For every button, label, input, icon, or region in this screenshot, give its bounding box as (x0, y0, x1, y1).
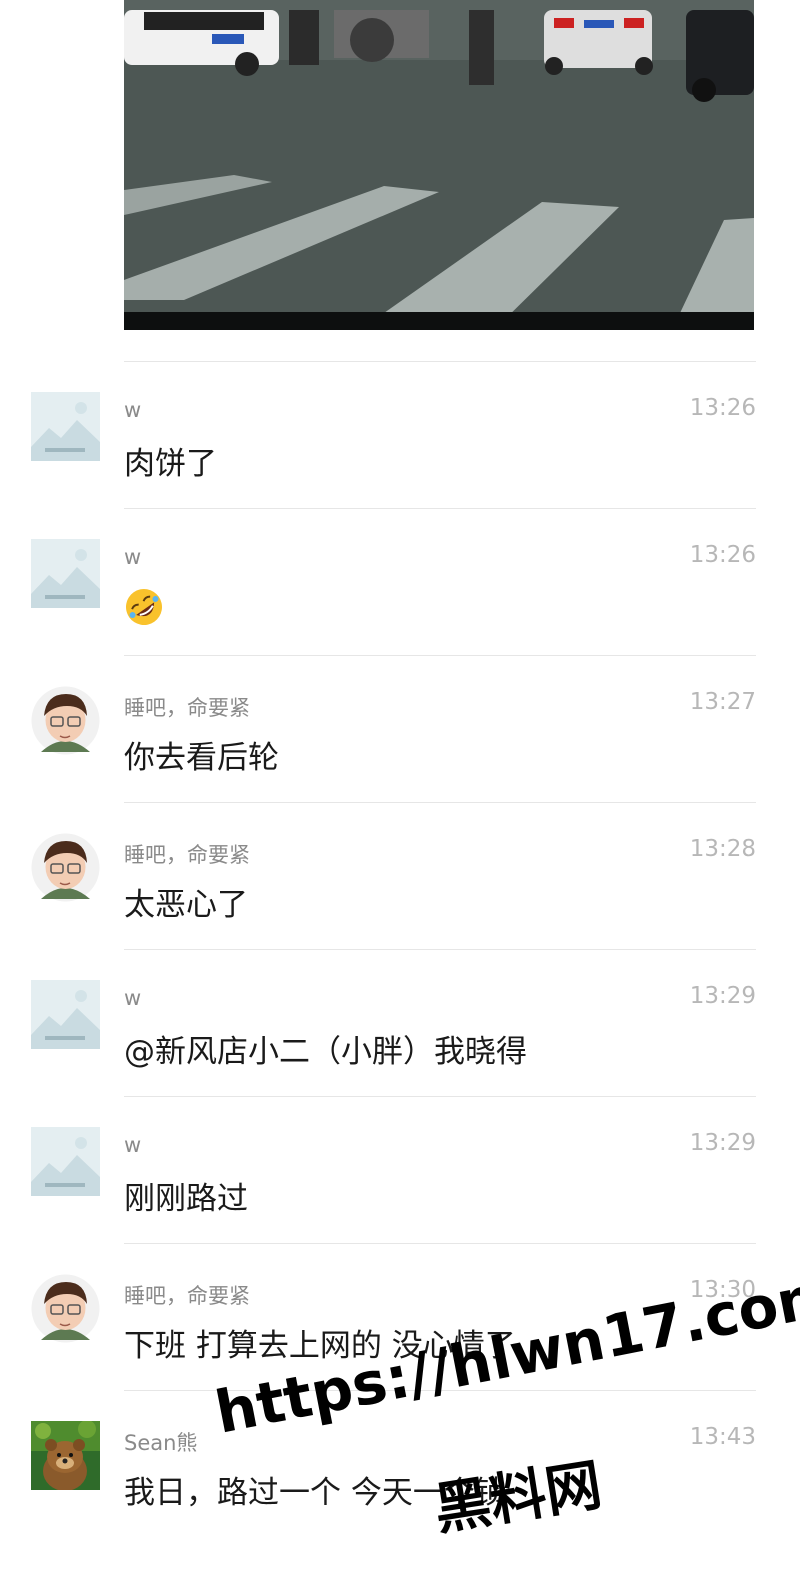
shared-photo[interactable] (124, 0, 754, 330)
message-text: @新风店小二（小胖）我晓得 (124, 1034, 527, 1070)
message-item[interactable]: 睡吧，命要紧 13:30 下班 打算去上网的 没心情了 (0, 1244, 800, 1391)
sender-name: 睡吧，命要紧 (124, 843, 250, 867)
message-text: 太恶心了 (124, 887, 248, 923)
sender-name: w (124, 986, 142, 1010)
cartoon-boy-avatar[interactable] (31, 1274, 100, 1343)
message-time: 13:27 (689, 689, 756, 715)
placeholder-image-icon[interactable] (31, 980, 100, 1049)
cartoon-boy-avatar[interactable] (31, 833, 100, 902)
message-item[interactable]: 睡吧，命要紧 13:27 你去看后轮 (0, 656, 800, 803)
sender-name: 睡吧，命要紧 (124, 696, 250, 720)
message-text: 肉饼了 (124, 446, 217, 482)
message-text: 刚刚路过 (124, 1181, 248, 1217)
sender-name: w (124, 1133, 142, 1157)
message-item[interactable]: w 13:26 (0, 509, 800, 656)
message-text: 下班 打算去上网的 没心情了 (124, 1328, 516, 1364)
message-time: 13:43 (689, 1424, 756, 1450)
message-item[interactable]: w 13:29 刚刚路过 (0, 1097, 800, 1244)
message-time: 13:30 (689, 1277, 756, 1303)
message-text: 你去看后轮 (124, 740, 279, 776)
cartoon-boy-avatar[interactable] (31, 686, 100, 755)
message-time: 13:29 (689, 1130, 756, 1156)
message-time: 13:26 (689, 395, 756, 421)
placeholder-image-icon[interactable] (31, 1127, 100, 1196)
message-item[interactable]: 睡吧，命要紧 13:28 太恶心了 (0, 803, 800, 950)
sender-name: 睡吧，命要紧 (124, 1284, 250, 1308)
placeholder-image-icon[interactable] (31, 539, 100, 608)
sender-name: w (124, 398, 142, 422)
bear-avatar[interactable] (31, 1421, 100, 1490)
message-item[interactable]: w 13:26 肉饼了 (0, 362, 800, 509)
placeholder-image-icon[interactable] (31, 392, 100, 461)
message-text: 我日，路过一个 今天一个锁 (124, 1475, 506, 1511)
message-item[interactable]: w 13:29 @新风店小二（小胖）我晓得 (0, 950, 800, 1097)
message-item[interactable]: Sean熊 13:43 我日，路过一个 今天一个锁 (0, 1391, 800, 1538)
rolling-on-floor-laughing-emoji (124, 587, 164, 627)
message-time: 13:28 (689, 836, 756, 862)
message-time: 13:29 (689, 983, 756, 1009)
sender-name: Sean熊 (124, 1431, 198, 1455)
sender-name: w (124, 545, 142, 569)
message-time: 13:26 (689, 542, 756, 568)
